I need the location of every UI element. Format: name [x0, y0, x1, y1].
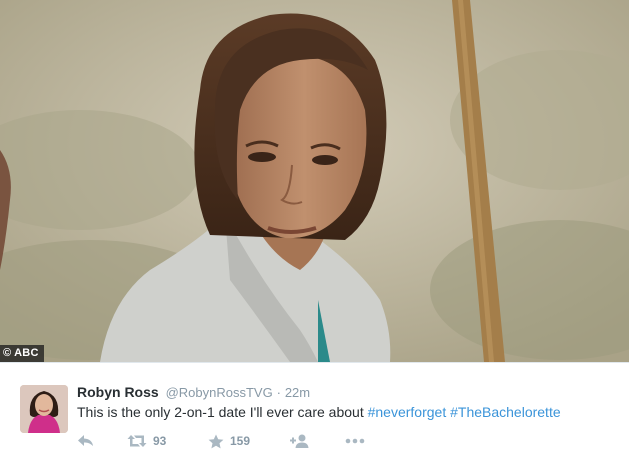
timestamp-separator: · — [276, 385, 281, 400]
photo-credit: © ABC — [0, 345, 44, 362]
author-username[interactable]: @RobynRossTVG — [166, 385, 273, 400]
retweet-icon — [127, 435, 147, 447]
star-icon — [208, 434, 224, 448]
tweet-timestamp[interactable]: 22m — [285, 385, 310, 400]
tweet-header: Robyn Ross @RobynRossTVG · 22m — [77, 384, 310, 400]
follow-user-button[interactable] — [290, 431, 309, 451]
hashtag-link[interactable]: #neverforget — [368, 404, 447, 420]
reply-button[interactable] — [77, 431, 94, 451]
author-fullname[interactable]: Robyn Ross — [77, 384, 159, 400]
tweet-actions: 93 159 — [77, 431, 377, 451]
tweet-media-photo[interactable]: © ABC — [0, 0, 629, 362]
more-dots-icon — [345, 438, 365, 444]
tweet-card[interactable]: Robyn Ross @RobynRossTVG · 22m This is t… — [0, 362, 629, 473]
retweet-count: 93 — [153, 434, 167, 448]
retweet-button[interactable]: 93 — [127, 431, 166, 451]
more-options-button[interactable] — [345, 431, 365, 451]
hashtag-link[interactable]: #TheBachelorette — [450, 404, 561, 420]
follow-user-icon — [290, 434, 309, 448]
favorite-button[interactable]: 159 — [208, 431, 250, 451]
avatar[interactable] — [20, 385, 68, 433]
reply-icon — [78, 435, 93, 446]
favorite-count: 159 — [230, 434, 251, 448]
tweet-text-body: This is the only 2-on-1 date I'll ever c… — [77, 404, 368, 420]
tweet-text: This is the only 2-on-1 date I'll ever c… — [77, 403, 617, 422]
photo-scene — [0, 0, 629, 362]
